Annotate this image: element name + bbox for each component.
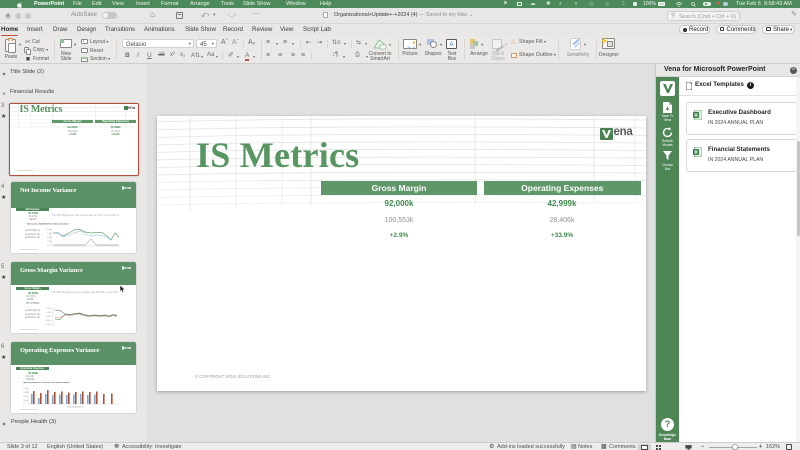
svg-text:12,000k: 12,000k	[46, 308, 52, 310]
svg-text:6,000k: 6,000k	[46, 320, 51, 322]
svg-text:1,000k: 1,000k	[23, 400, 28, 402]
svg-text:0k: 0k	[47, 245, 49, 247]
svg-text:2024 Bgt ■ 2023 Fct: 2024 Bgt ■ 2023 Fct	[67, 405, 84, 408]
svg-text:0k: 0k	[23, 403, 25, 405]
svg-text:6,000k: 6,000k	[47, 233, 52, 235]
svg-text:2,000k: 2,000k	[47, 241, 52, 243]
svg-text:10,000k: 10,000k	[46, 312, 52, 314]
svg-text:8,000k: 8,000k	[47, 229, 52, 231]
svg-text:2,000k: 2,000k	[23, 396, 28, 398]
svg-text:3,000k: 3,000k	[23, 392, 28, 394]
svg-text:8,000k: 8,000k	[46, 316, 51, 318]
svg-text:4,000k: 4,000k	[47, 237, 52, 239]
svg-text:4,000k: 4,000k	[23, 388, 28, 390]
svg-text:4,000k: 4,000k	[46, 324, 51, 326]
